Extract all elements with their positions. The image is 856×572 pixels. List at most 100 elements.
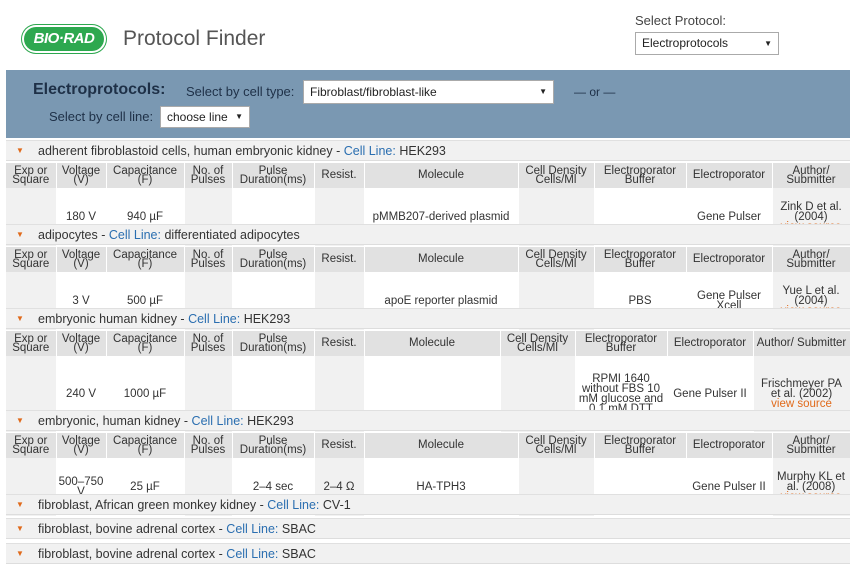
- column-header-duration: Pulse Duration(ms): [232, 433, 315, 458]
- column-header-duration: Pulse Duration(ms): [232, 163, 315, 188]
- column-header-duration: Pulse Duration(ms): [232, 331, 315, 356]
- column-header-pulses: No. of Pulses: [184, 331, 233, 356]
- filter-title: Electroprotocols:: [33, 81, 166, 98]
- group-header[interactable]: ▼ fibroblast, African green monkey kidney…: [6, 494, 850, 515]
- column-header-buffer: Electroporator Buffer: [594, 247, 687, 272]
- cell-line-word: Cell Line:: [191, 414, 244, 428]
- column-header-voltage: Voltage (V): [56, 247, 107, 272]
- column-header-capacitance: Capacitance (F): [106, 331, 185, 356]
- cell-type-select[interactable]: Fibroblast/fibroblast-like ▼: [303, 80, 554, 104]
- column-header-resist: Resist.: [314, 331, 365, 356]
- author-text: Yue L et al. (2004): [782, 285, 840, 307]
- column-header-capacitance: Capacitance (F): [106, 247, 185, 272]
- caret-down-icon: ▼: [16, 524, 24, 533]
- caret-down-icon: ▼: [16, 230, 24, 239]
- cell-line-word: Cell Line:: [226, 522, 279, 536]
- column-header-density: Cell Density Cells/Ml: [500, 331, 576, 356]
- group-title: embryonic human kidney -: [38, 312, 189, 326]
- group-header[interactable]: ▼ embryonic, human kidney - Cell Line: HE…: [6, 410, 850, 431]
- column-header-voltage: Voltage (V): [56, 163, 107, 188]
- group-header-text: adipocytes - Cell Line: differentiated a…: [38, 225, 300, 245]
- group-header-text: fibroblast, bovine adrenal cortex - Cell…: [38, 519, 316, 539]
- column-header-buffer: Electroporator Buffer: [594, 163, 687, 188]
- column-header-author: Author/ Submitter: [753, 331, 851, 356]
- cell-line-select[interactable]: choose line ▼: [160, 106, 250, 128]
- table-header-row: Exp or Square Voltage (V) Capacitance (F) N…: [6, 247, 851, 272]
- page-title: Protocol Finder: [123, 27, 266, 50]
- column-header-pulses: No. of Pulses: [184, 433, 233, 458]
- group-cell-line: CV-1: [322, 498, 351, 512]
- column-header-author: Author/ Submitter: [772, 433, 851, 458]
- group-header-text: embryonic human kidney - Cell Line: HEK2…: [38, 309, 290, 329]
- column-header-exp: Exp or Square: [6, 331, 57, 356]
- cell-line-word: Cell Line:: [343, 144, 396, 158]
- column-header-molecule: Molecule: [364, 163, 519, 188]
- view-source-link[interactable]: view source: [756, 398, 848, 410]
- group-header[interactable]: ▼ fibroblast, bovine adrenal cortex - Cel…: [6, 518, 850, 539]
- column-header-voltage: Voltage (V): [56, 331, 107, 356]
- column-header-electroporator: Electroporator: [686, 163, 773, 188]
- column-header-electroporator: Electroporator: [686, 433, 773, 458]
- group-title: fibroblast, bovine adrenal cortex -: [38, 547, 227, 561]
- group-header-text: embryonic, human kidney - Cell Line: HEK…: [38, 411, 294, 431]
- column-header-author: Author/ Submitter: [772, 247, 851, 272]
- column-header-author: Author/ Submitter: [772, 163, 851, 188]
- column-header-pulses: No. of Pulses: [184, 163, 233, 188]
- column-header-molecule: Molecule: [364, 247, 519, 272]
- column-header-density: Cell Density Cells/Ml: [518, 433, 595, 458]
- group-header-text: adherent fibroblastoid cells, human embr…: [38, 141, 446, 161]
- group-title: fibroblast, bovine adrenal cortex -: [38, 522, 227, 536]
- column-header-exp: Exp or Square: [6, 247, 57, 272]
- group-header[interactable]: ▼ adherent fibroblastoid cells, human emb…: [6, 140, 850, 161]
- group-cell-line: HEK293: [247, 414, 294, 428]
- column-header-molecule: Molecule: [364, 331, 501, 356]
- protocol-select-value: Electroprotocols: [642, 36, 729, 50]
- group-cell-line: SBAC: [281, 547, 316, 561]
- column-header-buffer: Electroporator Buffer: [575, 331, 668, 356]
- group-cell-line: HEK293: [243, 312, 291, 326]
- group-cell-line: HEK293: [399, 144, 446, 158]
- group-header-text: fibroblast, African green monkey kidney …: [38, 495, 351, 515]
- column-header-capacitance: Capacitance (F): [106, 163, 185, 188]
- cell-type-label: Select by cell type:: [186, 84, 295, 99]
- chevron-down-icon: ▼: [764, 39, 772, 48]
- group-title: fibroblast, African green monkey kidney …: [38, 498, 268, 512]
- column-header-buffer: Electroporator Buffer: [594, 433, 687, 458]
- group-header[interactable]: ▼ embryonic human kidney - Cell Line: HEK…: [6, 308, 850, 329]
- bio-rad-logo[interactable]: BIO·RAD: [24, 27, 104, 51]
- group-cell-line: SBAC: [281, 522, 316, 536]
- group-header[interactable]: ▼ adipocytes - Cell Line: differentiated …: [6, 224, 850, 245]
- cell-type-select-value: Fibroblast/fibroblast-like: [310, 85, 437, 99]
- caret-down-icon: ▼: [16, 549, 24, 558]
- column-header-electroporator: Electroporator: [667, 331, 754, 356]
- cell-line-word: Cell Line:: [108, 228, 161, 242]
- caret-down-icon: ▼: [16, 146, 24, 155]
- chevron-down-icon: ▼: [539, 87, 547, 96]
- column-header-voltage: Voltage (V): [56, 433, 107, 458]
- group-title: adipocytes -: [38, 228, 109, 242]
- author-text: Frischmeyer PA et al. (2002): [761, 378, 842, 400]
- protocol-select[interactable]: Electroprotocols ▼: [635, 32, 779, 55]
- cell-line-word: Cell Line:: [267, 498, 320, 512]
- caret-down-icon: ▼: [16, 500, 24, 509]
- group-title: adherent fibroblastoid cells, human embr…: [38, 144, 344, 158]
- select-protocol-label: Select Protocol:: [635, 13, 727, 28]
- column-header-density: Cell Density Cells/Ml: [518, 247, 595, 272]
- author-text: Zink D et al. (2004): [780, 201, 842, 223]
- column-header-pulses: No. of Pulses: [184, 247, 233, 272]
- filter-bar: Electroprotocols: Select by cell type: F…: [6, 70, 850, 138]
- column-header-resist: Resist.: [314, 247, 365, 272]
- group-header[interactable]: ▼ fibroblast, bovine adrenal cortex - Cel…: [6, 543, 850, 564]
- column-header-electroporator: Electroporator: [686, 247, 773, 272]
- column-header-capacitance: Capacitance (F): [106, 433, 185, 458]
- column-header-exp: Exp or Square: [6, 163, 57, 188]
- group-title: embryonic, human kidney -: [38, 414, 192, 428]
- chevron-down-icon: ▼: [235, 112, 243, 121]
- header: BIO·RAD Protocol Finder Select Protocol:…: [0, 0, 856, 70]
- table-header-row: Exp or Square Voltage (V) Capacitance (F) N…: [6, 433, 851, 458]
- cell-line-select-value: choose line: [167, 110, 228, 124]
- column-header-resist: Resist.: [314, 163, 365, 188]
- author-text: Murphy KL et al. (2008): [777, 471, 845, 493]
- cell-line-word: Cell Line:: [226, 547, 279, 561]
- or-separator: — or —: [574, 85, 616, 99]
